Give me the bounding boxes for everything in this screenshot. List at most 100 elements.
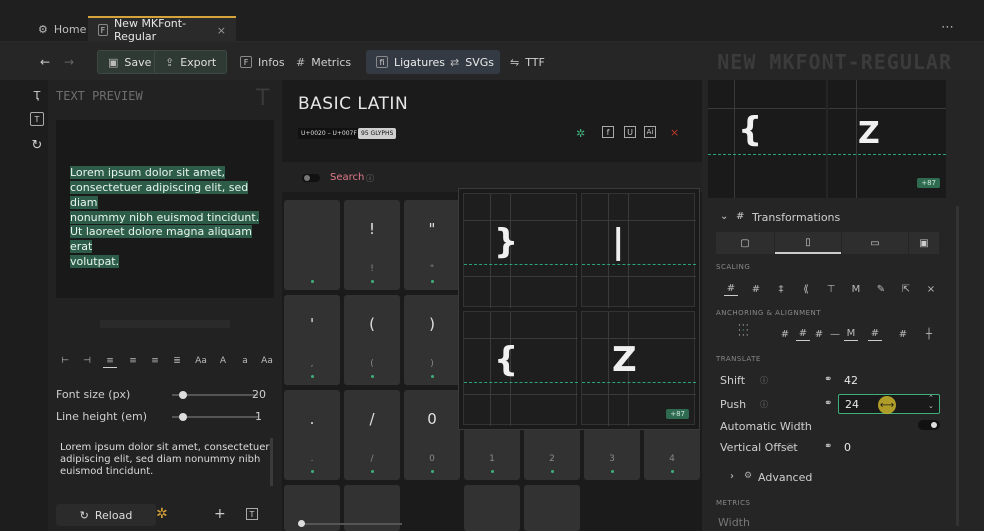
bounds-mode-1-button[interactable]: ▢ bbox=[716, 232, 774, 254]
ai-icon[interactable]: Ai bbox=[644, 126, 656, 138]
zoom-slider[interactable] bbox=[298, 523, 402, 525]
align-start-icon[interactable]: ≡ bbox=[103, 354, 117, 368]
guide-line bbox=[464, 276, 578, 277]
glyph-cell[interactable] bbox=[284, 200, 340, 290]
text-tool-icon[interactable]: Ҭ bbox=[30, 88, 44, 102]
glyph-name: ( bbox=[370, 359, 374, 369]
glyph-name: 4 bbox=[669, 454, 675, 464]
preview-scrollbar[interactable] bbox=[270, 438, 273, 486]
scale-edit-icon[interactable]: ✎ bbox=[874, 282, 888, 296]
reload-button[interactable]: ↻ Reload bbox=[56, 504, 156, 526]
export-button[interactable]: ⇪ Export bbox=[154, 50, 228, 74]
add-icon[interactable]: + bbox=[214, 506, 226, 522]
chevron-right-icon[interactable]: › bbox=[730, 471, 734, 482]
bounds-mode-4-button[interactable]: ▣ bbox=[909, 232, 939, 254]
panel-scrollbar[interactable] bbox=[956, 206, 959, 526]
glyph-cell[interactable]: (( bbox=[344, 295, 400, 385]
text-box-icon[interactable]: T bbox=[246, 508, 258, 520]
glyph-cell[interactable]: 00 bbox=[404, 390, 460, 480]
popup-count-badge[interactable]: +87 bbox=[666, 409, 689, 419]
align-end-icon[interactable]: ≡ bbox=[148, 354, 162, 368]
glyph-cell[interactable]: )) bbox=[404, 295, 460, 385]
chevron-down-icon[interactable]: ⌄ bbox=[720, 211, 728, 222]
sparkle-icon[interactable]: ✲ bbox=[576, 127, 585, 140]
search-label[interactable]: Search bbox=[330, 172, 364, 183]
preview-box[interactable]: Lorem ipsum dolor sit amet, consectetuer… bbox=[56, 120, 274, 298]
popup-glyph-cell[interactable]: Z bbox=[581, 311, 696, 426]
glyph-cell[interactable]: / / bbox=[344, 390, 400, 480]
drag-handle-icon[interactable]: ⟷ bbox=[878, 396, 896, 414]
save-button[interactable]: ▣ Save bbox=[97, 50, 163, 74]
align-right-icon[interactable]: ⊣ bbox=[80, 354, 94, 368]
svgs-button[interactable]: ⇄ SVGs bbox=[440, 50, 504, 74]
sparkle-icon[interactable]: ✲ bbox=[156, 506, 168, 522]
glyph-cell[interactable] bbox=[464, 485, 520, 531]
line-height-slider-knob[interactable] bbox=[179, 413, 188, 421]
zoom-slider-knob[interactable] bbox=[298, 520, 305, 527]
bounds-mode-3-button[interactable]: ▭ bbox=[842, 232, 908, 254]
scale-top-icon[interactable]: ⊤ bbox=[824, 282, 838, 296]
preview-glyph-left[interactable]: { bbox=[708, 80, 826, 198]
tab-home[interactable]: ⚙ Home bbox=[28, 16, 96, 42]
stepper-icon[interactable]: ⌃ ⌄ bbox=[928, 394, 934, 410]
scale-em-icon[interactable]: M bbox=[849, 282, 863, 296]
transformations-header[interactable]: Transformations bbox=[752, 211, 840, 224]
glyph-cell[interactable] bbox=[524, 485, 580, 531]
align-center-icon[interactable]: ≡ bbox=[126, 354, 140, 368]
close-icon[interactable]: × bbox=[670, 126, 679, 139]
shift-input[interactable]: 42 bbox=[838, 370, 940, 390]
anchor-grid-icon[interactable]: ··· ··· ··· bbox=[738, 322, 754, 341]
anchor-mid-icon[interactable]: # bbox=[796, 327, 810, 341]
text-box-icon[interactable]: T bbox=[30, 112, 44, 126]
forward-arrow-icon[interactable]: → bbox=[64, 55, 74, 69]
tab-font-file[interactable]: F New MKFont-Regular × bbox=[88, 16, 236, 43]
glyph-cell[interactable]: .. bbox=[284, 390, 340, 480]
text-watermark-icon: T bbox=[256, 86, 270, 111]
glyph-cell[interactable]: !! bbox=[344, 200, 400, 290]
scale-reset-icon[interactable]: × bbox=[924, 282, 938, 296]
anchor-line-icon[interactable]: — bbox=[828, 327, 842, 341]
advanced-header[interactable]: Advanced bbox=[758, 471, 812, 484]
back-arrow-icon[interactable]: ← bbox=[40, 55, 50, 69]
capitalize-icon[interactable]: Aa bbox=[260, 354, 274, 368]
align-left-icon[interactable]: # bbox=[868, 327, 882, 341]
align-left-icon[interactable]: ⊢ bbox=[58, 354, 72, 368]
vertical-offset-input[interactable]: 0 bbox=[838, 437, 940, 457]
link-icon[interactable]: ⚭ bbox=[824, 398, 832, 409]
anchor-em-icon[interactable]: M bbox=[844, 327, 858, 341]
bounds-mode-2-button[interactable]: ▯ bbox=[775, 232, 841, 254]
popup-glyph-cell[interactable]: { bbox=[463, 311, 578, 426]
preview-glyph-right[interactable]: Z +87 bbox=[828, 80, 946, 198]
scale-grid-icon[interactable]: # bbox=[724, 282, 738, 296]
glyph-status-dot bbox=[431, 280, 434, 283]
text-case-icon[interactable]: Aa bbox=[194, 354, 208, 368]
popup-glyph-cell[interactable]: | bbox=[581, 193, 696, 308]
scale-height-icon[interactable]: # bbox=[749, 282, 763, 296]
infos-button[interactable]: F Infos bbox=[230, 50, 295, 74]
link-icon[interactable]: ⚭ bbox=[824, 374, 832, 385]
glyph-cell[interactable]: " " bbox=[404, 200, 460, 290]
align-justify-icon[interactable]: ≣ bbox=[170, 354, 184, 368]
glyph-cell[interactable]: ', bbox=[284, 295, 340, 385]
scale-x-icon[interactable]: ‡ bbox=[774, 282, 788, 296]
align-right-icon[interactable]: ┼ bbox=[922, 327, 936, 341]
font-size-value: 20 bbox=[252, 388, 266, 401]
scale-fit-icon[interactable]: ⇱ bbox=[899, 282, 913, 296]
count-badge[interactable]: +87 bbox=[917, 178, 940, 188]
font-size-slider-knob[interactable] bbox=[179, 391, 188, 399]
tab-close-icon[interactable]: × bbox=[217, 24, 226, 37]
font-icon[interactable]: f bbox=[602, 126, 614, 138]
scale-cap-icon[interactable]: ⟪ bbox=[799, 282, 813, 296]
align-center-icon[interactable]: # bbox=[896, 327, 910, 341]
lowercase-icon[interactable]: a bbox=[238, 354, 252, 368]
link-icon[interactable]: ⚭ bbox=[824, 441, 832, 452]
unicode-icon[interactable]: U bbox=[624, 126, 636, 138]
anchor-base-icon[interactable]: # bbox=[812, 327, 826, 341]
uppercase-icon[interactable]: A bbox=[216, 354, 230, 368]
popup-glyph-cell[interactable]: } bbox=[463, 193, 578, 308]
anchor-top-icon[interactable]: # bbox=[778, 327, 792, 341]
refresh-icon[interactable]: ↻ bbox=[30, 138, 44, 153]
metrics-button[interactable]: # Metrics bbox=[286, 50, 361, 74]
ttf-button[interactable]: ⇋ TTF bbox=[500, 50, 555, 74]
window-menu-icon[interactable]: ⋯ bbox=[941, 20, 954, 35]
